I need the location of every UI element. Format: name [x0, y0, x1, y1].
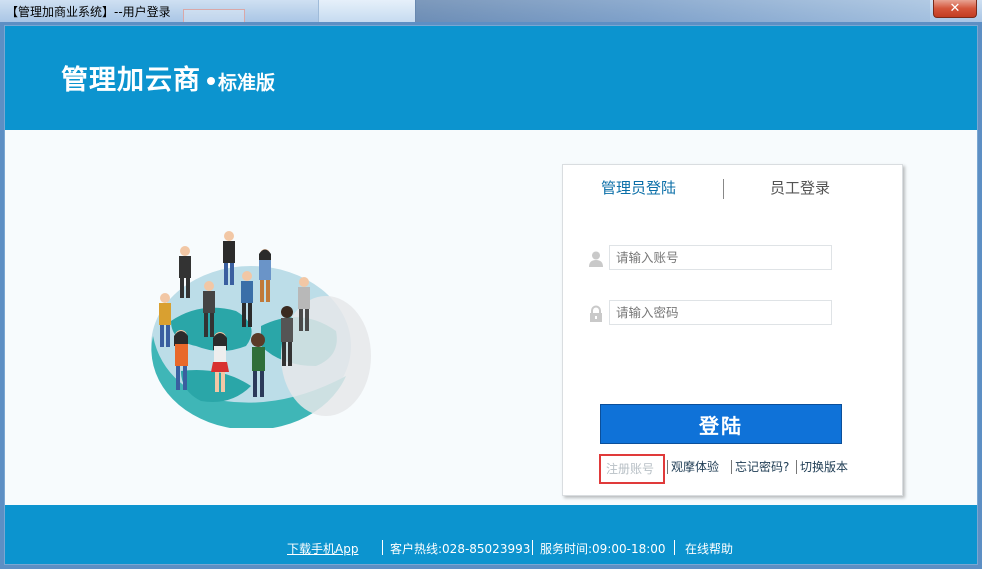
- app-content: 管理加云商 标准版 管理员登陆 员工登录 请输入账号 登陆 注册账号 观摩体验 …: [4, 25, 978, 565]
- register-link[interactable]: 注册账号: [599, 454, 665, 484]
- window-title: 【管理加商业系统】--用户登录: [6, 5, 171, 19]
- lock-icon: [590, 305, 602, 322]
- background-window-fragment: [415, 0, 930, 22]
- close-icon: ✕: [949, 1, 961, 16]
- account-input[interactable]: [609, 245, 832, 270]
- people-globe-illustration: [151, 231, 371, 428]
- brand-edition: 标准版: [218, 72, 276, 94]
- password-input[interactable]: [609, 300, 832, 325]
- demo-link[interactable]: 观摩体验: [671, 458, 719, 475]
- close-button[interactable]: ✕: [933, 0, 977, 18]
- brand-name: 管理加云商: [61, 65, 201, 96]
- login-panel: 管理员登陆 员工登录 登陆 注册账号 观摩体验 忘记密码?: [562, 164, 903, 496]
- tab-staff-login[interactable]: 员工登录: [770, 177, 830, 198]
- online-help-link[interactable]: 在线帮助: [685, 540, 733, 557]
- link-divider: [667, 460, 668, 474]
- tab-admin-login[interactable]: 管理员登陆: [601, 177, 676, 198]
- header-banner: 管理加云商 标准版: [5, 26, 977, 130]
- switch-version-link[interactable]: 切换版本: [800, 458, 848, 475]
- forgot-password-link[interactable]: 忘记密码?: [735, 458, 789, 475]
- background-window-fragment: [183, 9, 245, 22]
- download-app-link[interactable]: 下载手机App: [287, 540, 358, 557]
- link-divider: [796, 460, 797, 474]
- hotline-text: 客户热线:028-85023993: [390, 542, 531, 556]
- window-titlebar[interactable]: 【管理加商业系统】--用户登录 ✕: [0, 0, 982, 22]
- background-window-fragment: [318, 0, 416, 22]
- footer-divider: [382, 540, 383, 555]
- app-window: 管理加云商 标准版 管理员登陆 员工登录 请输入账号 登陆 注册账号 观摩体验 …: [0, 22, 982, 569]
- brand-logo: 管理加云商 标准版: [61, 58, 275, 97]
- tab-divider: [723, 179, 724, 199]
- login-button[interactable]: 登陆: [600, 404, 842, 444]
- footer-divider: [532, 540, 533, 555]
- link-divider: [731, 460, 732, 474]
- footer-bar: 下载手机App 客户热线:028-85023993 服务时间:09:00-18:…: [5, 505, 977, 564]
- brand-dot: [207, 77, 215, 85]
- user-icon: [589, 251, 603, 267]
- footer-divider: [674, 540, 675, 555]
- service-hours-text: 服务时间:09:00-18:00: [540, 542, 666, 556]
